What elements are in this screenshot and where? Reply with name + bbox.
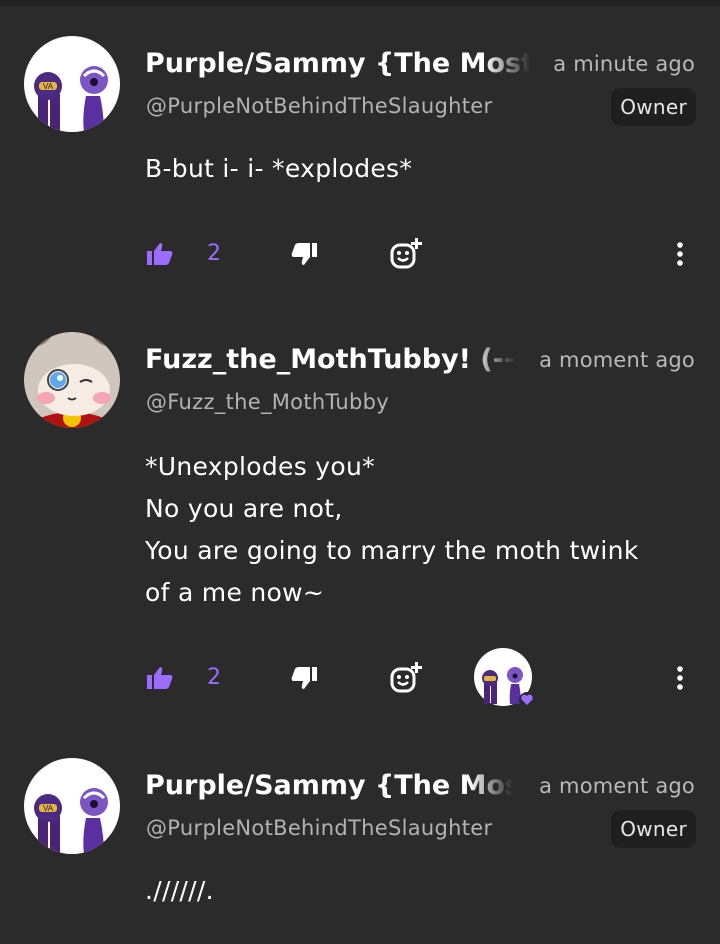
comment-item: VA Purple/Sammy {The Most I a minute ago… (0, 36, 720, 276)
more-vertical-icon (677, 666, 683, 690)
like-button[interactable] (142, 232, 178, 276)
author-name[interactable]: Purple/Sammy {The Most (145, 770, 513, 801)
purple-guys-avatar-image: VA (24, 758, 120, 854)
purple-guys-avatar-image: VA (24, 36, 120, 132)
author-name[interactable]: Purple/Sammy {The Most I (145, 48, 530, 79)
like-count: 2 (207, 241, 221, 266)
avatar[interactable]: VA (24, 36, 120, 132)
dislike-button[interactable] (286, 656, 322, 700)
add-reaction-icon (390, 238, 422, 269)
comment-text: B-but i- i- *explodes* (145, 148, 412, 190)
comment-timestamp: a moment ago (539, 348, 695, 372)
comment-text: *Unexplodes you* No you are not, You are… (145, 446, 639, 614)
author-handle[interactable]: @PurpleNotBehindTheSlaughter (146, 94, 492, 118)
purple-guys-avatar (474, 648, 535, 708)
avatar[interactable]: VA (24, 758, 120, 854)
comment-actions: 2 (0, 232, 720, 276)
owner-badge: Owner (611, 88, 696, 126)
add-reaction-button[interactable] (386, 232, 426, 276)
add-reaction-button[interactable] (386, 656, 426, 700)
comment-line: *Unexplodes you* (145, 452, 375, 481)
add-reaction-icon (390, 662, 422, 693)
owner-badge: Owner (611, 810, 696, 848)
comment-item: Fuzz_the_MothTubby! (--★ a moment ago @F… (0, 332, 720, 722)
comment-timestamp: a moment ago (539, 774, 695, 798)
moth-avatar-image (24, 332, 120, 428)
comment-line: of a me now~ (145, 578, 325, 607)
comment-line: .//////. (145, 876, 214, 905)
more-options-button[interactable] (666, 656, 694, 700)
svg-text:VA: VA (43, 804, 54, 813)
author-name[interactable]: Fuzz_the_MothTubby! (--★ (145, 344, 515, 375)
avatar[interactable] (24, 332, 120, 428)
comment-line: No you are not, (145, 494, 343, 523)
thumbs-down-icon (291, 243, 317, 265)
heart-icon (519, 692, 535, 708)
svg-text:VA: VA (43, 82, 54, 91)
thumbs-down-icon (291, 667, 317, 689)
comment-line: B-but i- i- *explodes* (145, 154, 413, 183)
more-vertical-icon (677, 242, 683, 266)
dislike-button[interactable] (286, 232, 322, 276)
comment-timestamp: a minute ago (553, 52, 695, 76)
like-count: 2 (207, 665, 221, 690)
thumbs-up-icon (147, 243, 173, 265)
creator-heart-reaction[interactable] (474, 648, 535, 708)
author-handle[interactable]: @PurpleNotBehindTheSlaughter (146, 816, 492, 840)
comment-line: You are going to marry the moth twink (145, 536, 639, 565)
more-options-button[interactable] (666, 232, 694, 276)
comment-item: VA Purple/Sammy {The Most a moment ago @… (0, 758, 720, 944)
comment-actions: 2 (0, 648, 720, 708)
like-button[interactable] (142, 656, 178, 700)
author-handle[interactable]: @Fuzz_the_MothTubby (146, 390, 389, 414)
comment-text: .//////. (145, 870, 214, 912)
thumbs-up-icon (147, 667, 173, 689)
top-divider (0, 0, 720, 6)
